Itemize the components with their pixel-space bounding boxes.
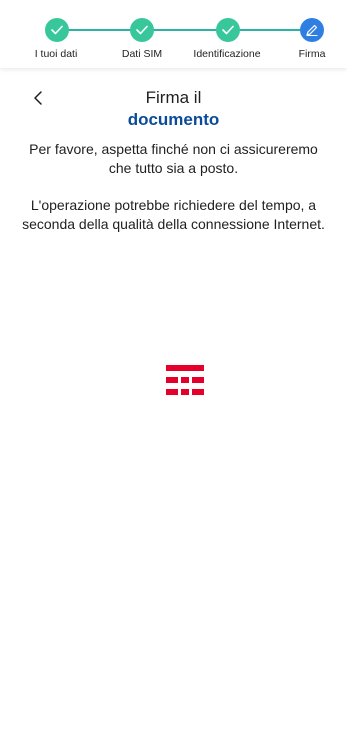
page-title: Firma il (145, 88, 202, 107)
step-label-identificazione: Identificazione (193, 48, 261, 60)
stepper-line (60, 29, 310, 31)
connection-message: L'operazione potrebbe richiedere del tem… (22, 197, 325, 232)
step-label-dati-sim: Dati SIM (121, 48, 163, 60)
step-label-tuoi-dati: I tuoi dati (34, 48, 78, 60)
step-2-check-icon (130, 18, 154, 42)
wait-message: Per favore, aspetta finché non ci assicu… (29, 141, 318, 176)
progress-stepper: I tuoi dati Dati SIM Identificazione Fir… (0, 0, 347, 68)
step-3-check-icon (216, 18, 240, 42)
step-4-pen-icon (300, 18, 324, 42)
step-1-check-icon (45, 18, 69, 42)
page-title-accent: documento (127, 110, 220, 129)
step-label-firma: Firma (298, 48, 326, 60)
tim-logo-icon (166, 365, 204, 395)
